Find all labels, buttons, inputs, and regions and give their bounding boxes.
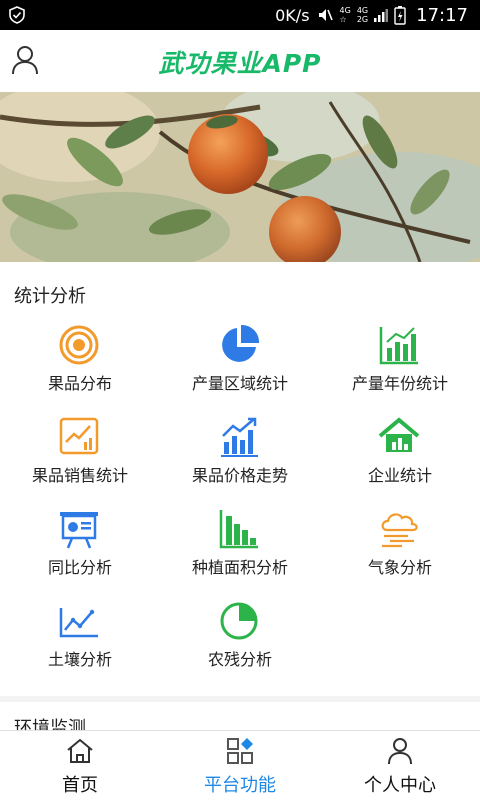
- section-title-stats: 统计分析: [14, 286, 86, 307]
- status-bar: 0K/s 4G ☆ 4G 2G 17:17: [0, 0, 480, 30]
- menu-label: 土壤分析: [47, 650, 112, 669]
- nav-label: 首页: [62, 775, 98, 796]
- orange-tree-photo: [0, 92, 480, 262]
- menu-label: 果品价格走势: [191, 466, 288, 485]
- cloud-wind-icon: [381, 513, 418, 548]
- battery-charging-icon: [394, 6, 406, 25]
- menu-label: 农残分析: [207, 650, 272, 669]
- price-trend-icon: [221, 417, 258, 457]
- menu-pesticide-residue[interactable]: 农残分析: [160, 600, 320, 692]
- house-chart-icon: [378, 417, 420, 452]
- menu-label: 气象分析: [367, 558, 432, 577]
- menu-label: 企业统计: [367, 466, 432, 485]
- menu-label: 同比分析: [47, 558, 112, 577]
- shield-check-icon: [9, 6, 25, 24]
- menu-label: 果品销售统计: [31, 466, 128, 485]
- menu-label: 产量年份统计: [351, 374, 448, 393]
- sim1-indicator: 4G ☆: [339, 6, 351, 24]
- stats-section: 统计分析 果品分布 产量区域统计 产量年份统计 果品销售统计 果品价格走势 企业…: [0, 262, 480, 696]
- nav-label: 个人中心: [364, 775, 436, 796]
- sales-trend-icon: [59, 417, 99, 455]
- clock: 17:17: [416, 4, 468, 26]
- nav-home[interactable]: 首页: [0, 731, 160, 800]
- menu-planting-area[interactable]: 种植面积分析: [160, 508, 320, 600]
- area-bars-icon: [219, 510, 258, 549]
- mute-icon: [318, 9, 333, 21]
- nav-platform[interactable]: 平台功能: [160, 731, 320, 800]
- signal-icon: [374, 9, 389, 22]
- nav-profile[interactable]: 个人中心: [320, 731, 480, 800]
- bar-chart-icon: [379, 327, 418, 365]
- sim2-indicator: 4G 2G: [356, 6, 369, 24]
- env-monitor-section: 环境监测: [0, 702, 480, 732]
- menu-label: 果品分布: [47, 374, 112, 393]
- menu-enterprise-stats[interactable]: 企业统计: [320, 416, 480, 508]
- menu-yoy-analysis[interactable]: 同比分析: [0, 508, 160, 600]
- bottom-nav: 首页 平台功能 个人中心: [0, 730, 480, 800]
- line-chart-icon: [59, 608, 98, 638]
- app-header: 武功果业APP: [0, 30, 480, 92]
- menu-label: 产量区域统计: [191, 374, 288, 393]
- target-icon: [59, 325, 99, 365]
- home-icon: [67, 738, 93, 763]
- grid-icon: [227, 738, 253, 764]
- menu-weather-analysis[interactable]: 气象分析: [320, 508, 480, 600]
- menu-fruit-sales[interactable]: 果品销售统计: [0, 416, 160, 508]
- nav-label: 平台功能: [204, 775, 276, 796]
- menu-price-trend[interactable]: 果品价格走势: [160, 416, 320, 508]
- menu-soil-analysis[interactable]: 土壤分析: [0, 600, 160, 692]
- pie-chart-icon: [222, 324, 260, 362]
- menu-label: 种植面积分析: [191, 558, 288, 577]
- banner-image[interactable]: [0, 92, 480, 262]
- user-icon: [388, 738, 412, 765]
- network-speed: 0K/s: [275, 5, 310, 25]
- presentation-icon: [60, 512, 98, 549]
- app-title: 武功果业APP: [158, 49, 322, 78]
- menu-yield-by-region[interactable]: 产量区域统计: [160, 324, 320, 416]
- menu-yield-by-year[interactable]: 产量年份统计: [320, 324, 480, 416]
- pie-slice-icon: [220, 602, 258, 640]
- menu-fruit-distribution[interactable]: 果品分布: [0, 324, 160, 416]
